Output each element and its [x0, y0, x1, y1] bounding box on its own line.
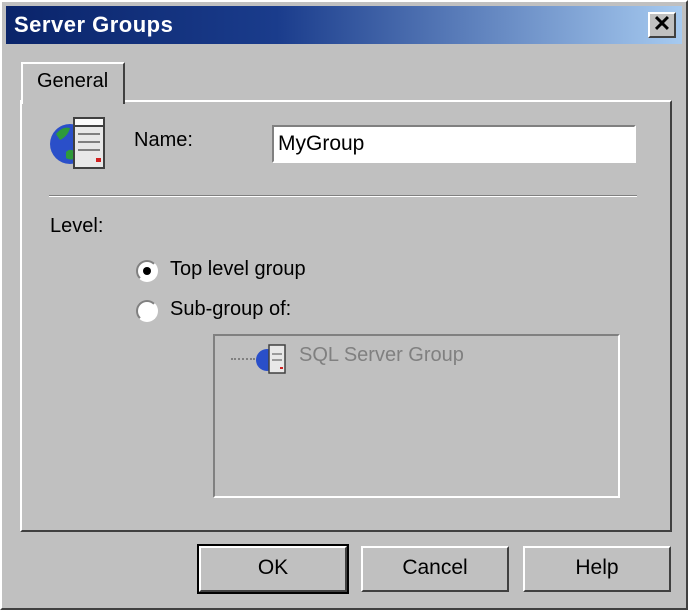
- window-title: Server Groups: [14, 12, 174, 37]
- close-button[interactable]: ✕: [648, 12, 676, 38]
- sub-group-radio-label: Sub-group of:: [170, 298, 292, 320]
- close-icon: ✕: [652, 11, 672, 36]
- help-button[interactable]: Help: [523, 546, 671, 592]
- tree-connector: [231, 358, 255, 360]
- server-group-tree[interactable]: SQL Server Group: [213, 334, 620, 498]
- server-groups-dialog: Server Groups ✕ General Name: Level: Top…: [0, 0, 688, 610]
- tab-general[interactable]: General: [21, 62, 125, 104]
- top-level-radio-label: Top level group: [170, 258, 306, 280]
- top-level-radio[interactable]: [136, 260, 158, 282]
- cancel-button[interactable]: Cancel: [361, 546, 509, 592]
- server-globe-icon: [50, 117, 105, 169]
- sub-group-radio[interactable]: [136, 300, 158, 322]
- name-input[interactable]: [272, 125, 636, 163]
- level-label: Level:: [50, 215, 104, 237]
- divider: [49, 195, 637, 197]
- server-icon: [256, 344, 286, 374]
- name-label: Name:: [134, 129, 193, 151]
- tree-item-label: SQL Server Group: [299, 344, 464, 366]
- title-bar[interactable]: Server Groups ✕: [6, 6, 682, 44]
- ok-button[interactable]: OK: [197, 544, 349, 594]
- tab-general-label: General: [37, 70, 109, 92]
